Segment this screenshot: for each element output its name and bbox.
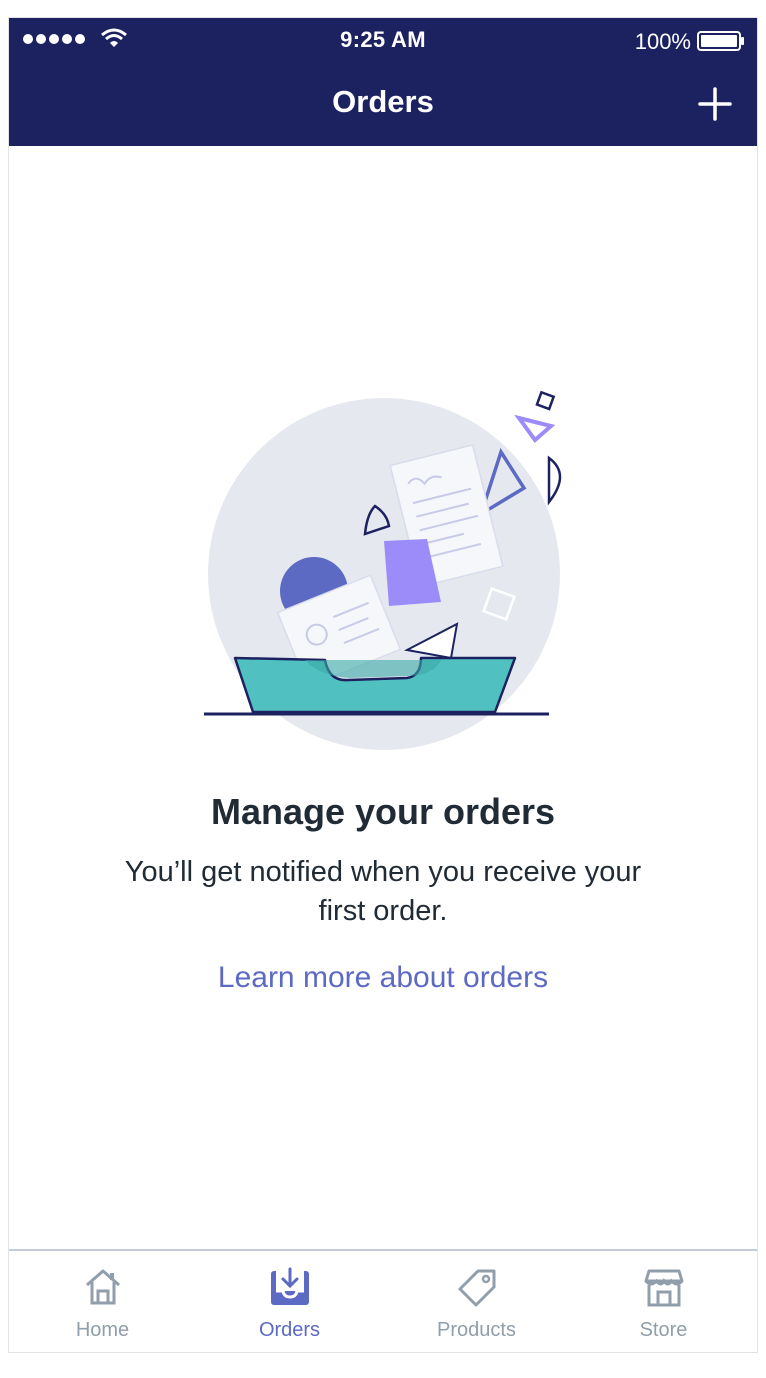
battery-icon [697,31,744,51]
home-icon [85,1269,120,1305]
tab-store-label: Store [639,1319,688,1341]
orders-inbox-illustration [204,390,562,750]
tab-home-label: Home [75,1319,130,1341]
tab-store[interactable]: Store [570,1251,757,1352]
add-order-button[interactable] [695,84,735,124]
plus-icon [698,87,732,121]
learn-more-link[interactable]: Learn more about orders [9,961,757,995]
bottom-tab-bar: Home Orders Products Store [9,1249,757,1352]
tab-home[interactable]: Home [9,1251,196,1352]
navigation-header: 9:25 AM 100% Orders [9,18,757,146]
empty-state-description: You’ll get notified when you receive you… [124,856,642,927]
status-bar: 9:25 AM 100% [9,18,757,62]
page-title: Orders [332,84,434,119]
battery-percentage: 100% [634,29,691,54]
store-icon [644,1269,683,1307]
tab-products-label: Products [437,1319,516,1341]
tag-icon [458,1269,495,1307]
orders-inbox-icon [270,1267,309,1305]
tab-orders[interactable]: Orders [196,1251,383,1352]
empty-state-title: Manage your orders [210,791,556,832]
tab-orders-label: Orders [258,1319,321,1341]
phone-screen: 9:25 AM 100% Orders Manage your orders Y… [8,17,758,1353]
tab-products[interactable]: Products [383,1251,570,1352]
empty-state-container: Manage your orders You’ll get notified w… [9,146,757,1252]
